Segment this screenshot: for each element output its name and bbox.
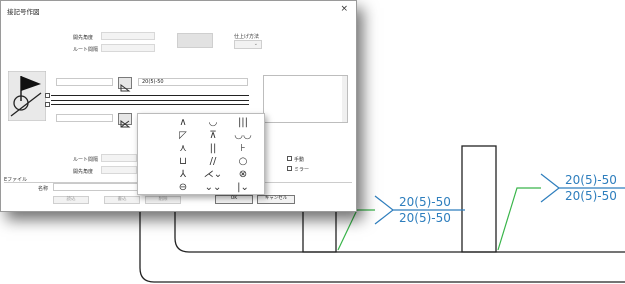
weld-label-1-top: 20(5)-50	[399, 195, 451, 209]
read-button[interactable]: 読込	[53, 196, 89, 204]
palette-symbol-15[interactable]: ⊖	[172, 180, 194, 195]
flag-icon[interactable]	[8, 71, 46, 121]
delete-button[interactable]: 削除	[145, 196, 181, 204]
lower-left-input[interactable]	[56, 114, 113, 122]
groove-angle-input[interactable]	[101, 32, 155, 40]
lower-symbol-button[interactable]	[118, 113, 132, 128]
lower-groove-angle-input[interactable]	[101, 166, 137, 174]
upper-left-input[interactable]	[56, 78, 113, 86]
block-2	[461, 145, 497, 253]
manual-label: 手動	[294, 157, 305, 163]
outer-outline	[139, 200, 625, 283]
finish-method-label: 仕上げ方法	[234, 34, 260, 40]
reference-line-3	[51, 104, 249, 105]
mirror-checkbox[interactable]	[287, 166, 292, 171]
name-input[interactable]	[53, 183, 143, 191]
preview-listbox[interactable]	[263, 75, 348, 123]
listbox-scrollbar[interactable]	[342, 76, 347, 122]
weld-text-input[interactable]: 20(5)-50	[138, 78, 248, 86]
manual-checkbox[interactable]	[287, 156, 292, 161]
groove-angle-label: 開先角度	[73, 35, 94, 41]
root-gap-label: ルート間隔	[73, 47, 99, 53]
weld-label-2-bottom: 20(5)-50	[565, 189, 617, 203]
mirror-label: ミラー	[294, 167, 310, 173]
close-icon[interactable]: ×	[340, 4, 348, 14]
dialog-titlebar: 接記号作図 ×	[1, 1, 356, 23]
finish-method-dropdown[interactable]: ⌄	[234, 40, 262, 49]
reference-line-2	[51, 100, 249, 101]
leader-line-2	[497, 187, 541, 251]
reference-line-1	[51, 95, 249, 96]
lower-groove-angle-label: 開先角度	[73, 169, 94, 175]
block-1	[302, 204, 337, 253]
weld-symbol-dialog: 接記号作図 × 開先角度 ルート間隔 仕上げ方法 ⌄ 20(5)-50 ルート間…	[0, 0, 357, 212]
upper-symbol-button[interactable]	[118, 77, 132, 92]
palette-symbol-16[interactable]: ⌄⌄	[202, 180, 224, 195]
name-label: 名称	[38, 186, 49, 192]
dialog-title: 接記号作図	[7, 8, 40, 16]
root-gap-input[interactable]	[101, 44, 155, 52]
palette-symbol-17[interactable]: |⌄	[232, 180, 254, 195]
preview-box	[177, 33, 213, 48]
lower-line-checkbox[interactable]	[45, 102, 50, 107]
leader-line-1	[337, 209, 375, 251]
symbol-palette: ∧ ◡ ||| ◸ ⊼ ◡◡ ⋏ || ⊦ ⊔//○ ⅄ ⋌⌄ ⊗ ⊖ ⌄⌄ |⌄	[137, 113, 265, 195]
lower-root-gap-input[interactable]	[101, 154, 137, 162]
upper-line-checkbox[interactable]	[45, 93, 50, 98]
write-button[interactable]: 書込	[104, 196, 140, 204]
weld-symbol-1	[374, 195, 394, 225]
lower-root-gap-label: ルート間隔	[73, 157, 99, 163]
ok-button[interactable]: OK	[215, 195, 253, 204]
cancel-button[interactable]: キャンセル	[257, 195, 295, 204]
weld-label-2-top: 20(5)-50	[565, 173, 617, 187]
weld-symbol-2	[540, 173, 560, 203]
weld-label-1-bottom: 20(5)-50	[399, 211, 451, 225]
